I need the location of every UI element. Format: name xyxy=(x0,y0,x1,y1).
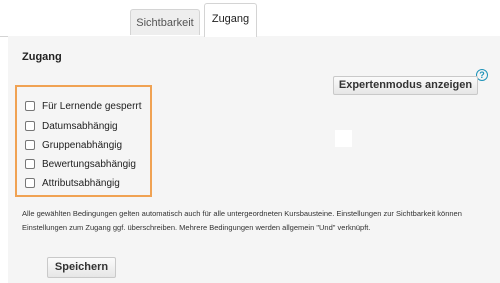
option-label: Bewertungsabhängig xyxy=(42,159,136,170)
checkbox[interactable] xyxy=(25,121,35,131)
save-button[interactable]: Speichern xyxy=(47,257,116,278)
tab-sichtbarkeit[interactable]: Sichtbarkeit xyxy=(130,9,200,35)
section-title: Zugang xyxy=(22,51,62,63)
option-label: Attributsabhängig xyxy=(42,178,120,189)
checkbox[interactable] xyxy=(25,159,35,169)
checkbox[interactable] xyxy=(25,101,35,111)
access-conditions-group: Für Lernende gesperrt Datumsabhängig Gru… xyxy=(15,85,152,197)
checkbox[interactable] xyxy=(25,178,35,188)
info-text: Alle gewählten Bedingungen gelten automa… xyxy=(22,209,462,232)
option-label: Für Lernende gesperrt xyxy=(42,101,142,112)
checkbox[interactable] xyxy=(25,140,35,150)
blank-placeholder xyxy=(335,130,352,147)
option-label: Gruppenabhängig xyxy=(42,140,123,151)
tab-zugang[interactable]: Zugang xyxy=(204,3,257,37)
option-label: Datumsabhängig xyxy=(42,121,118,132)
expert-mode-button[interactable]: Expertenmodus anzeigen xyxy=(333,76,478,95)
